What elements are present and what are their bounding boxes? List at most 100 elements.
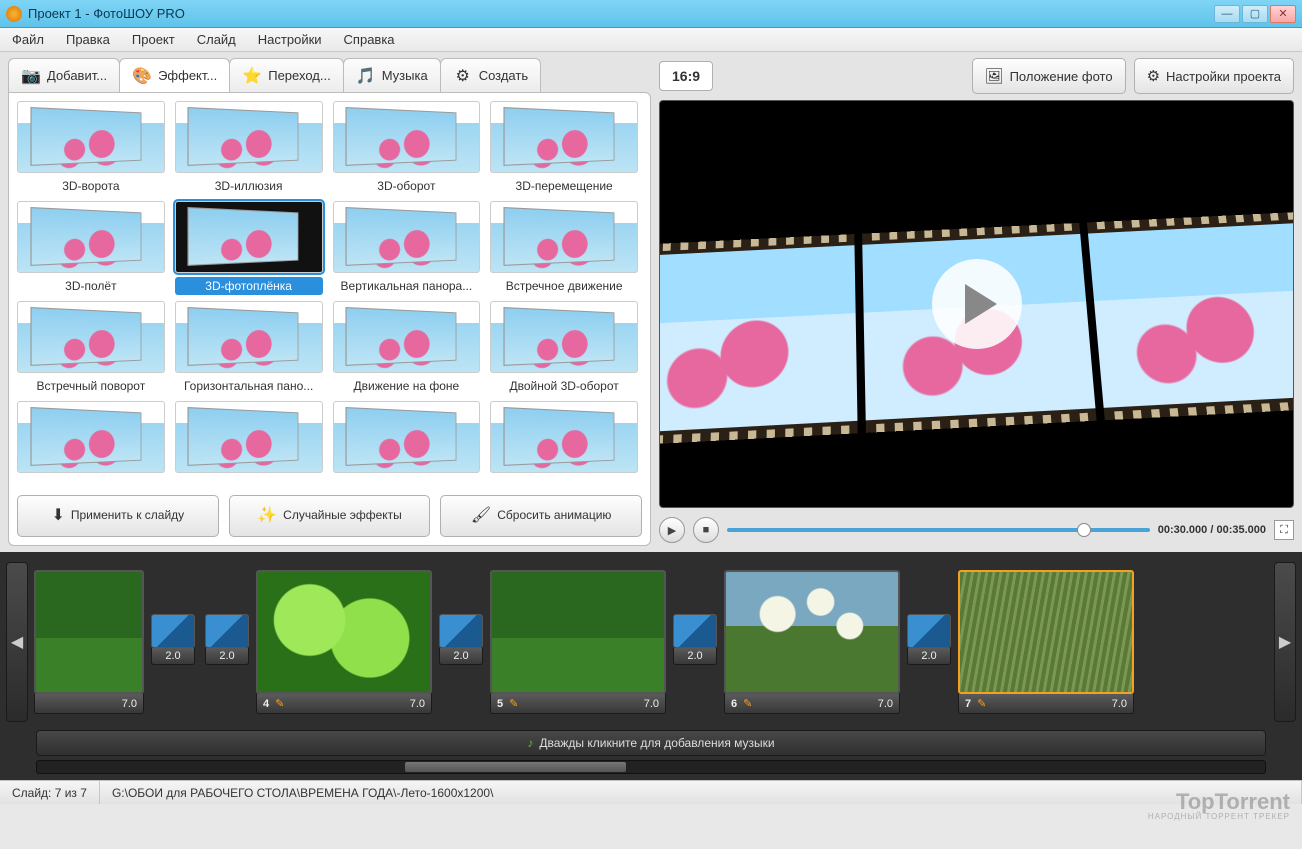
statusbar: Слайд: 7 из 7 G:\ОБОИ для РАБОЧЕГО СТОЛА…	[0, 780, 1302, 804]
effects-scroll[interactable]: 3D-ворота3D-иллюзия3D-оборот 3D-перемещен…	[17, 101, 642, 487]
photo-position-button[interactable]: 🖼 Положение фото	[972, 58, 1126, 94]
timeline-slide[interactable]: 7✎7.0	[958, 570, 1134, 714]
effect-thumb	[17, 301, 165, 373]
random-label: Случайные эффекты	[283, 509, 402, 522]
effect-thumb	[175, 201, 323, 273]
tab-create-label: Создать	[479, 68, 528, 83]
project-settings-button[interactable]: ⚙Настройки проекта	[1134, 58, 1294, 94]
effect-label: Двойной 3D-оборот	[490, 377, 638, 395]
timeline-prev-button[interactable]: ◀	[6, 562, 28, 722]
tab-effects-label: Эффект...	[158, 68, 217, 83]
effect-item[interactable]: 3D-оборот	[333, 101, 481, 195]
effect-item[interactable]: Движение на фоне	[333, 301, 481, 395]
menu-file[interactable]: Файл	[8, 30, 48, 49]
camera-icon: 📷	[21, 66, 41, 86]
reset-animation-button[interactable]: 🖌 Сбросить анимацию	[440, 495, 642, 537]
project-settings-label: Настройки проекта	[1166, 69, 1281, 84]
slide-duration: 7.0	[122, 698, 137, 710]
music-track[interactable]: ♪ Дважды кликните для добавления музыки	[36, 730, 1266, 756]
stop-button[interactable]: ■	[693, 517, 719, 543]
timeline-slide[interactable]: 6✎7.0	[724, 570, 900, 714]
titlebar: Проект 1 - ФотоШОУ PRO — ▢ ✕	[0, 0, 1302, 28]
edit-slide-icon[interactable]: ✎	[743, 697, 752, 710]
play-button[interactable]: ▶	[659, 517, 685, 543]
effect-item[interactable]: 3D-ворота	[17, 101, 165, 195]
tab-music[interactable]: 🎵Музыка	[343, 58, 441, 92]
transition-thumb	[151, 614, 195, 648]
effect-item[interactable]: 3D-фотоплёнка	[175, 201, 323, 295]
effect-label: Движение на фоне	[333, 377, 481, 395]
timeline-next-button[interactable]: ▶	[1274, 562, 1296, 722]
slide-number: 4	[263, 698, 269, 710]
edit-slide-icon[interactable]: ✎	[977, 697, 986, 710]
effect-item[interactable]: Встречное движение	[490, 201, 638, 295]
brush-icon: 🖌	[471, 507, 491, 525]
transition-item[interactable]: 2.0	[907, 570, 951, 714]
slide-info-bar: 7.0	[34, 694, 144, 714]
transition-thumb	[205, 614, 249, 648]
tab-add[interactable]: 📷Добавит...	[8, 58, 120, 92]
effect-label	[17, 477, 165, 481]
maximize-button[interactable]: ▢	[1242, 5, 1268, 23]
effect-item[interactable]	[490, 401, 638, 481]
effect-item[interactable]: 3D-полёт	[17, 201, 165, 295]
effect-item[interactable]: 3D-перемещение	[490, 101, 638, 195]
apply-to-slide-button[interactable]: ⬇Применить к слайду	[17, 495, 219, 537]
image-icon: 🖼	[985, 67, 1004, 85]
transition-item[interactable]: 2.0	[673, 570, 717, 714]
minimize-button[interactable]: —	[1214, 5, 1240, 23]
timeline-slide[interactable]: 7.0	[34, 570, 144, 714]
slide-thumbnail	[958, 570, 1134, 694]
effect-label: 3D-перемещение	[490, 177, 638, 195]
slide-duration: 7.0	[1112, 698, 1127, 710]
menu-settings[interactable]: Настройки	[254, 30, 326, 49]
effect-thumb	[17, 401, 165, 473]
transition-item[interactable]: 2.0	[439, 570, 483, 714]
tab-transitions[interactable]: ⭐Переход...	[229, 58, 343, 92]
effect-item[interactable]: Двойной 3D-оборот	[490, 301, 638, 395]
play-overlay-button[interactable]	[932, 259, 1022, 349]
timeline-scroll-thumb[interactable]	[405, 762, 626, 772]
aspect-ratio[interactable]: 16:9	[659, 61, 713, 91]
effect-thumb	[490, 201, 638, 273]
effect-thumb	[175, 301, 323, 373]
timeline-slide[interactable]: 5✎7.0	[490, 570, 666, 714]
effect-item[interactable]	[175, 401, 323, 481]
window-title: Проект 1 - ФотоШОУ PRO	[28, 6, 1214, 21]
wand-icon: ✨	[257, 507, 277, 525]
timeline-slide[interactable]: 4✎7.0	[256, 570, 432, 714]
tab-create[interactable]: ⚙Создать	[440, 58, 541, 92]
close-button[interactable]: ✕	[1270, 5, 1296, 23]
menu-help[interactable]: Справка	[340, 30, 399, 49]
effect-item[interactable]: 3D-иллюзия	[175, 101, 323, 195]
transition-item[interactable]: 2.0	[151, 570, 195, 714]
menu-slide[interactable]: Слайд	[193, 30, 240, 49]
random-effects-button[interactable]: ✨ Случайные эффекты	[229, 495, 431, 537]
photo-position-label: Положение фото	[1010, 69, 1113, 84]
timeline-area: ◀ 7.02.02.04✎7.02.05✎7.02.06✎7.02.07✎7.0…	[0, 552, 1302, 780]
seek-slider[interactable]	[727, 528, 1150, 532]
status-path: G:\ОБОИ для РАБОЧЕГО СТОЛА\ВРЕМЕНА ГОДА\…	[100, 781, 1302, 804]
effect-item[interactable]: Горизонтальная пано...	[175, 301, 323, 395]
effect-item[interactable]: Встречный поворот	[17, 301, 165, 395]
music-note-icon: 🎵	[356, 66, 376, 86]
edit-slide-icon[interactable]: ✎	[509, 697, 518, 710]
effect-label: Горизонтальная пано...	[175, 377, 323, 395]
transition-thumb	[907, 614, 951, 648]
status-slide-count: Слайд: 7 из 7	[0, 781, 100, 804]
edit-slide-icon[interactable]: ✎	[275, 697, 284, 710]
transition-item[interactable]: 2.0	[205, 570, 249, 714]
seek-thumb[interactable]	[1077, 523, 1091, 537]
effect-item[interactable]: Вертикальная панора...	[333, 201, 481, 295]
menu-project[interactable]: Проект	[128, 30, 179, 49]
menu-edit[interactable]: Правка	[62, 30, 114, 49]
effect-item[interactable]	[333, 401, 481, 481]
effect-thumb	[490, 401, 638, 473]
reset-label: Сбросить анимацию	[497, 509, 611, 522]
tab-effects[interactable]: 🎨Эффект...	[119, 58, 230, 92]
effect-thumb	[175, 101, 323, 173]
transition-duration: 2.0	[151, 648, 195, 665]
fullscreen-button[interactable]: ⛶	[1274, 520, 1294, 540]
timeline-scrollbar[interactable]	[36, 760, 1266, 774]
effect-item[interactable]	[17, 401, 165, 481]
